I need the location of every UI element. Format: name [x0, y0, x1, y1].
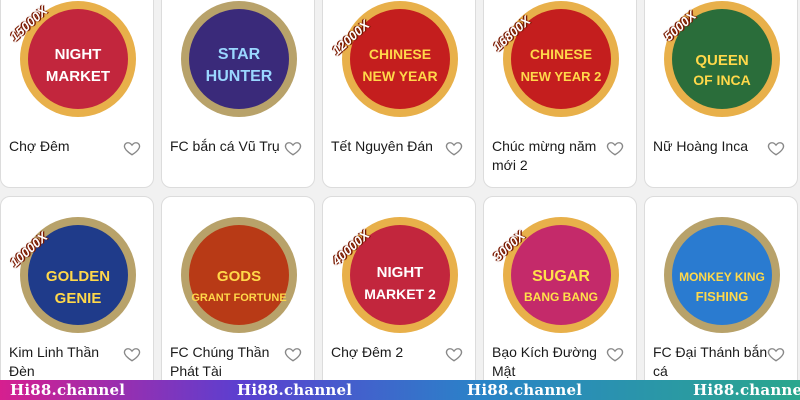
watermark-text: Hi88.channel [693, 381, 800, 399]
logo-line1: NIGHT [55, 46, 102, 63]
heart-icon[interactable] [767, 139, 785, 157]
logo-line2: OF INCA [693, 72, 751, 88]
game-title[interactable]: Bạo Kích Đường Mật [492, 343, 607, 381]
game-thumbnail[interactable]: GOLDEN GENIE [13, 215, 143, 335]
logo-line2: BANG BANG [524, 290, 598, 304]
logo-line1: STAR [218, 46, 261, 63]
logo-line2: GRANT FORTUNE [191, 292, 286, 304]
game-title[interactable]: FC Chúng Thần Phát Tài [170, 343, 285, 381]
logo-line1: SUGAR [532, 268, 590, 285]
logo-line2: MARKET [46, 68, 110, 85]
game-thumbnail[interactable]: CHINESE NEW YEAR [335, 0, 465, 119]
game-title[interactable]: FC bắn cá Vũ Trụ [170, 137, 285, 156]
game-title[interactable]: Chợ Đêm 2 [331, 343, 446, 362]
game-thumbnail[interactable]: CHINESE NEW YEAR 2 [496, 0, 626, 119]
logo-line1: CHINESE [369, 46, 431, 62]
game-title[interactable]: Kim Linh Thần Đèn [9, 343, 124, 381]
game-card[interactable]: NIGHT MARKET 2 40000X Chợ Đêm 2 [322, 196, 476, 396]
game-title[interactable]: Chúc mừng năm mới 2 [492, 137, 607, 175]
heart-icon[interactable] [123, 139, 141, 157]
game-card[interactable]: MONKEY KING FISHING FC Đại Thánh bắn cá [644, 196, 798, 396]
logo-line1: GODS [217, 268, 261, 285]
heart-icon[interactable] [284, 345, 302, 363]
logo-line2: GENIE [55, 290, 102, 307]
heart-icon[interactable] [767, 345, 785, 363]
heart-icon[interactable] [284, 139, 302, 157]
logo-line1: QUEEN [695, 52, 748, 69]
game-thumbnail[interactable]: MONKEY KING FISHING [657, 215, 787, 335]
game-title[interactable]: Tết Nguyên Đán [331, 137, 446, 156]
game-grid: NIGHT MARKET 15000X Chợ Đêm STAR HUNTER … [0, 0, 800, 400]
logo-line2: NEW YEAR 2 [521, 69, 602, 84]
logo-line1: GOLDEN [46, 268, 110, 285]
logo-line2: NEW YEAR [362, 68, 437, 84]
watermark-text: Hi88.channel [467, 381, 583, 399]
game-title[interactable]: Nữ Hoàng Inca [653, 137, 768, 156]
heart-icon[interactable] [445, 345, 463, 363]
game-card[interactable]: GODS GRANT FORTUNE FC Chúng Thần Phát Tà… [161, 196, 315, 396]
logo-line1: MONKEY KING [679, 270, 765, 284]
game-thumbnail[interactable]: STAR HUNTER [174, 0, 304, 119]
watermark-text: Hi88.channel [10, 381, 126, 399]
game-title[interactable]: Chợ Đêm [9, 137, 124, 156]
watermark-bar: Hi88.channel Hi88.channel Hi88.channel H… [0, 380, 800, 400]
game-card[interactable]: CHINESE NEW YEAR 12000X Tết Nguyên Đán [322, 0, 476, 188]
logo-line2: FISHING [696, 289, 749, 304]
game-card[interactable]: QUEEN OF INCA 5000X Nữ Hoàng Inca [644, 0, 798, 188]
game-card[interactable]: SUGAR BANG BANG 3000X Bạo Kích Đường Mật [483, 196, 637, 396]
heart-icon[interactable] [445, 139, 463, 157]
logo-line1: NIGHT [377, 264, 424, 281]
game-title[interactable]: FC Đại Thánh bắn cá [653, 343, 768, 381]
game-card[interactable]: NIGHT MARKET 15000X Chợ Đêm [0, 0, 154, 188]
heart-icon[interactable] [606, 345, 624, 363]
logo-line2: HUNTER [206, 68, 273, 85]
heart-icon[interactable] [606, 139, 624, 157]
logo-line2: MARKET 2 [364, 286, 436, 302]
heart-icon[interactable] [123, 345, 141, 363]
watermark-text: Hi88.channel [237, 381, 353, 399]
game-thumbnail[interactable]: GODS GRANT FORTUNE [174, 215, 304, 335]
game-card[interactable]: STAR HUNTER FC bắn cá Vũ Trụ [161, 0, 315, 188]
game-card[interactable]: CHINESE NEW YEAR 2 16800X Chúc mừng năm … [483, 0, 637, 188]
logo-line1: CHINESE [530, 46, 592, 62]
game-card[interactable]: GOLDEN GENIE 10000X Kim Linh Thần Đèn [0, 196, 154, 396]
